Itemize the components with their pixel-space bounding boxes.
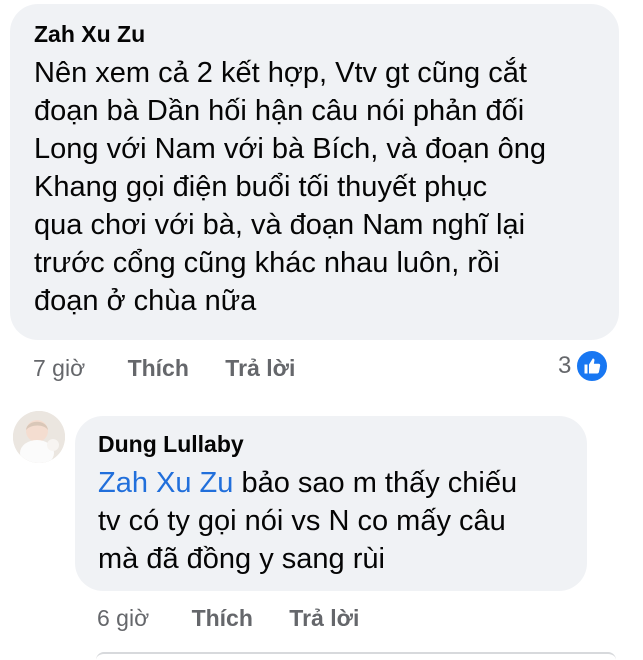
reply-text-line: mà đã đồng y sang rùi xyxy=(98,543,385,575)
comment-text-line: Khang gọi điện buổi tối thuyết phục xyxy=(34,171,488,203)
like-button[interactable]: Thích xyxy=(128,354,189,382)
reply-timestamp[interactable]: 6 giờ xyxy=(97,604,149,632)
comment-text-line: đoạn ở chùa nữa xyxy=(34,285,257,317)
comment-bubble: Zah Xu Zu Nên xem cả 2 kết hợp, Vtv gt c… xyxy=(10,4,619,340)
like-icon xyxy=(575,349,610,383)
comment-text: Nên xem cả 2 kết hợp, Vtv gt cũng cắt đo… xyxy=(34,54,595,320)
comment-text-line: Long với Nam với bà Bích, và đoạn ông xyxy=(34,133,546,165)
reply-text-line: Zah Xu Zu bảo sao m thấy chiếu xyxy=(98,464,564,502)
comment-text-line: qua chơi với bà, và đoạn Nam nghĩ lại xyxy=(34,209,526,241)
reply-button[interactable]: Trả lời xyxy=(225,354,295,382)
reply-actions: 6 giờ Thích Trả lời xyxy=(97,604,389,632)
reply-text-line: tv có ty gọi nói vs N co mấy câu xyxy=(98,505,506,537)
like-button[interactable]: Thích xyxy=(192,604,253,632)
comment-author[interactable]: Zah Xu Zu xyxy=(34,20,595,48)
comment-text-line: Nên xem cả 2 kết hợp, Vtv gt cũng cắt xyxy=(34,57,527,89)
comment-actions: 7 giờ Thích Trả lời xyxy=(33,354,325,382)
reply-text: Zah Xu Zu bảo sao m thấy chiếu tv có ty … xyxy=(98,464,564,578)
reply-bubble: Dung Lullaby Zah Xu Zu bảo sao m thấy ch… xyxy=(75,416,587,591)
avatar[interactable] xyxy=(13,411,65,463)
next-reply-edge xyxy=(96,652,616,660)
reply-author[interactable]: Dung Lullaby xyxy=(98,430,564,458)
reaction-summary[interactable]: 3 xyxy=(558,349,610,383)
comment-timestamp[interactable]: 7 giờ xyxy=(33,354,85,382)
reply-text-fragment: bảo sao m thấy chiếu xyxy=(233,467,518,499)
reply-button[interactable]: Trả lời xyxy=(289,604,359,632)
mention-link[interactable]: Zah Xu Zu xyxy=(98,467,233,499)
reaction-count: 3 xyxy=(558,352,572,379)
comment-text-line: trước cổng cũng khác nhau luôn, rồi xyxy=(34,247,500,279)
comment-text-line: đoạn bà Dần hối hận câu nói phản đối xyxy=(34,95,525,127)
